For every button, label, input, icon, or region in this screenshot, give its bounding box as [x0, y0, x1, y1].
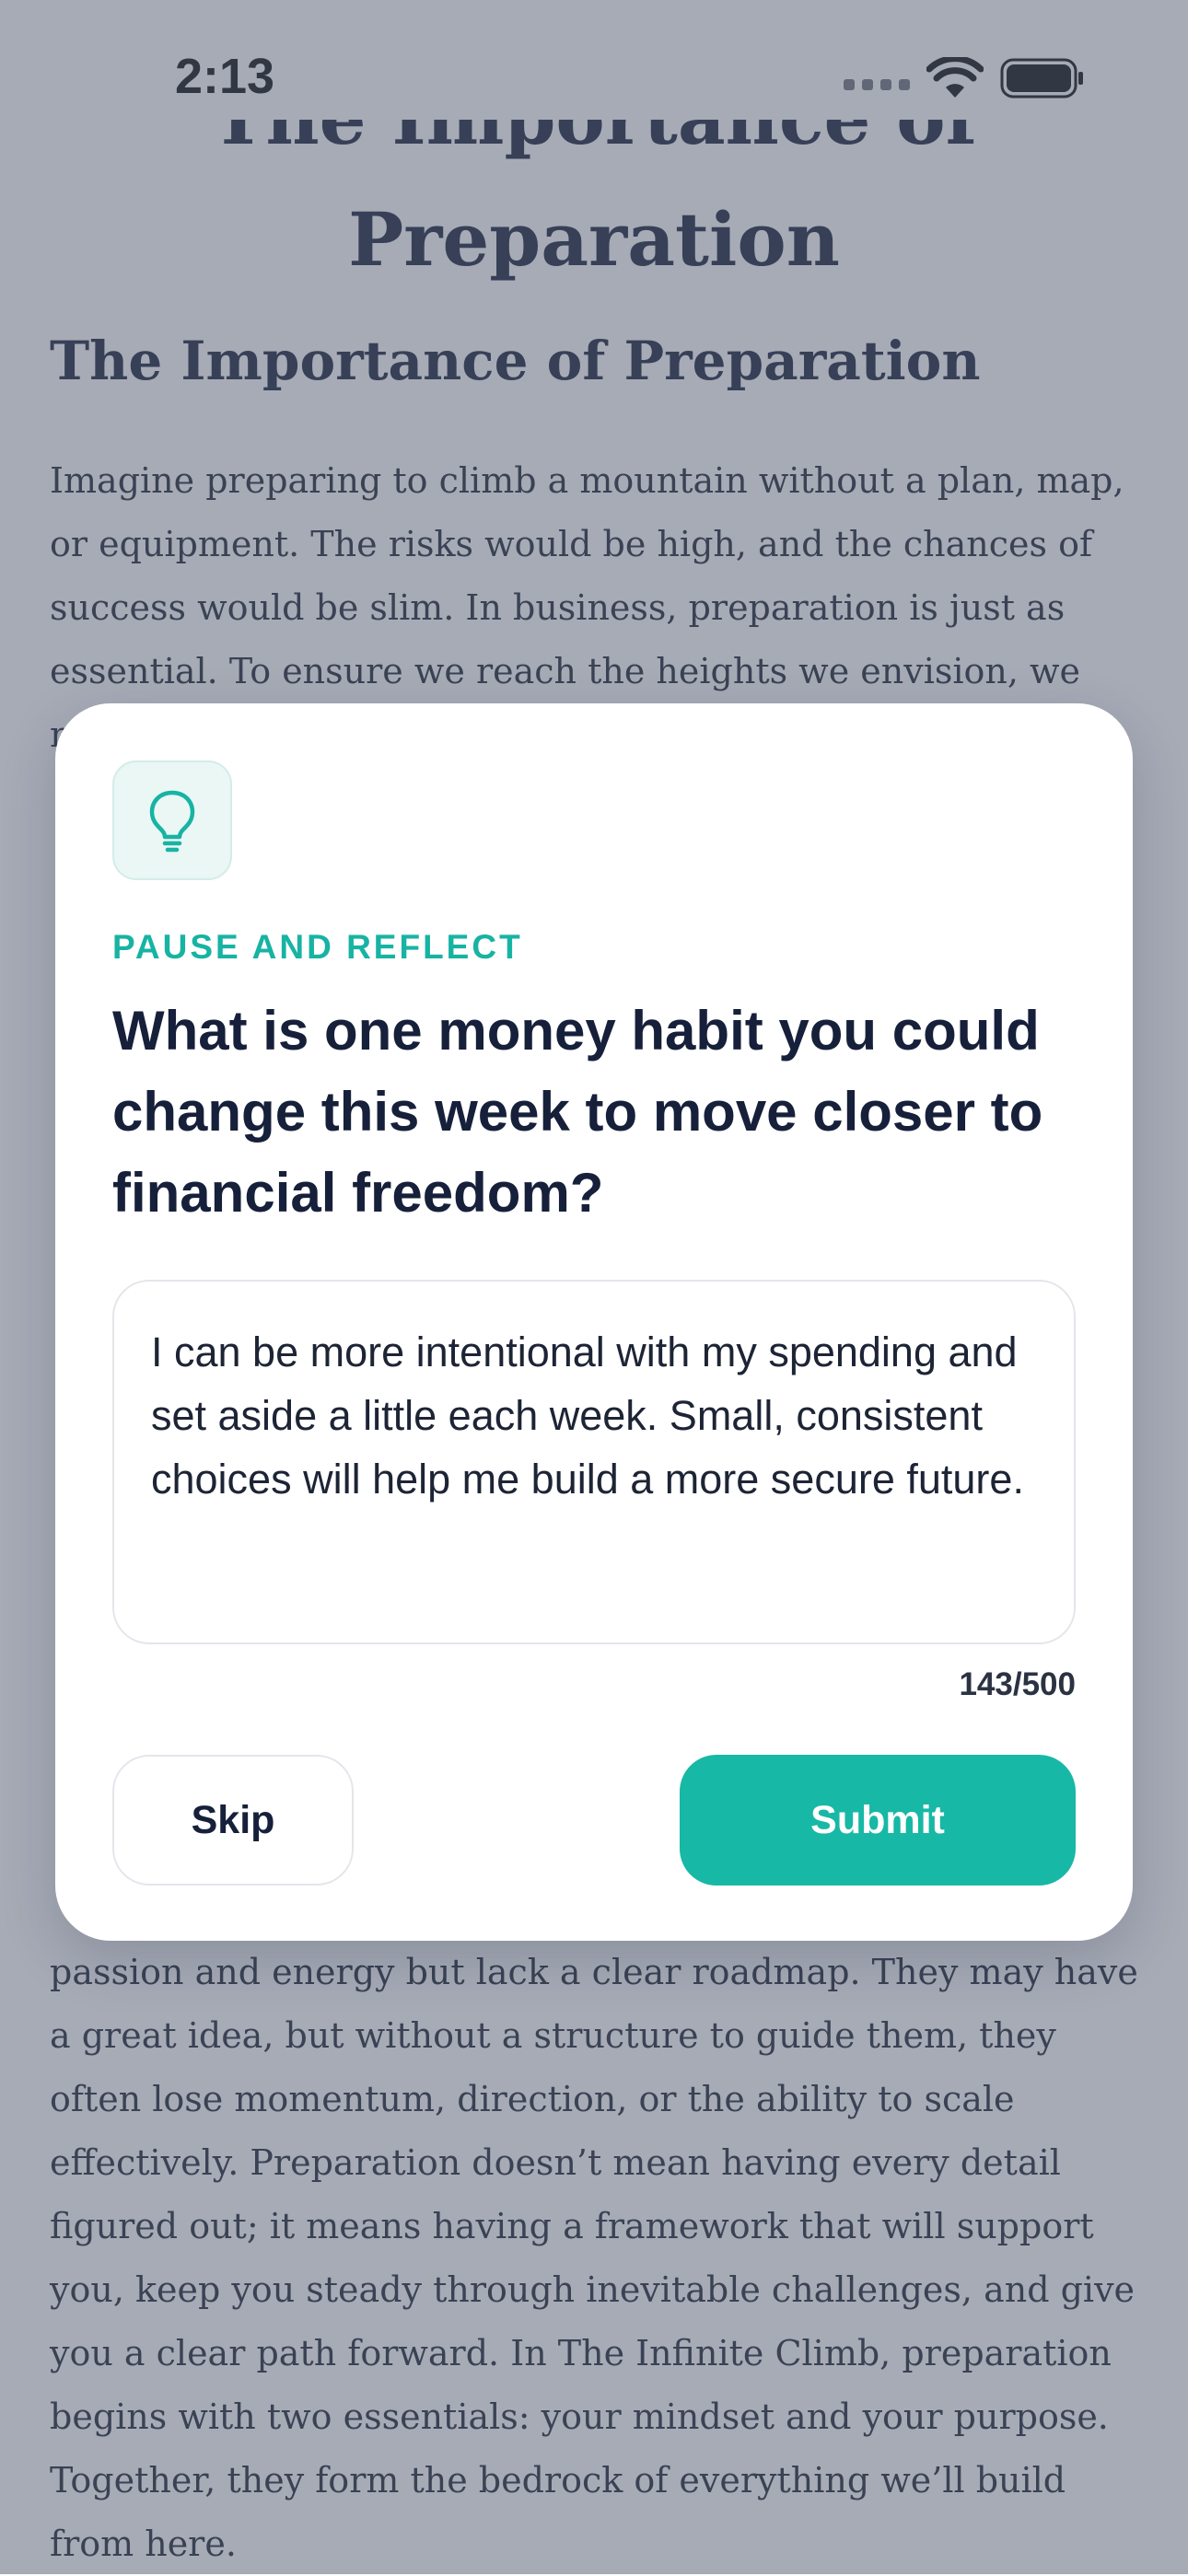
character-count: 143/500 — [959, 1666, 1076, 1702]
reflection-question: What is one money habit you could change… — [112, 1000, 1043, 1224]
skip-button[interactable]: Skip — [112, 1755, 354, 1886]
answer-text: I can be more intentional with my spendi… — [151, 1329, 1024, 1503]
modal-eyebrow: PAUSE AND REFLECT — [112, 928, 523, 966]
reflection-modal: PAUSE AND REFLECT What is one money habi… — [55, 703, 1133, 1941]
submit-button[interactable]: Submit — [680, 1755, 1076, 1886]
lightbulb-icon — [149, 790, 195, 853]
answer-textarea[interactable]: I can be more intentional with my spendi… — [112, 1280, 1076, 1644]
lightbulb-badge — [112, 760, 232, 880]
